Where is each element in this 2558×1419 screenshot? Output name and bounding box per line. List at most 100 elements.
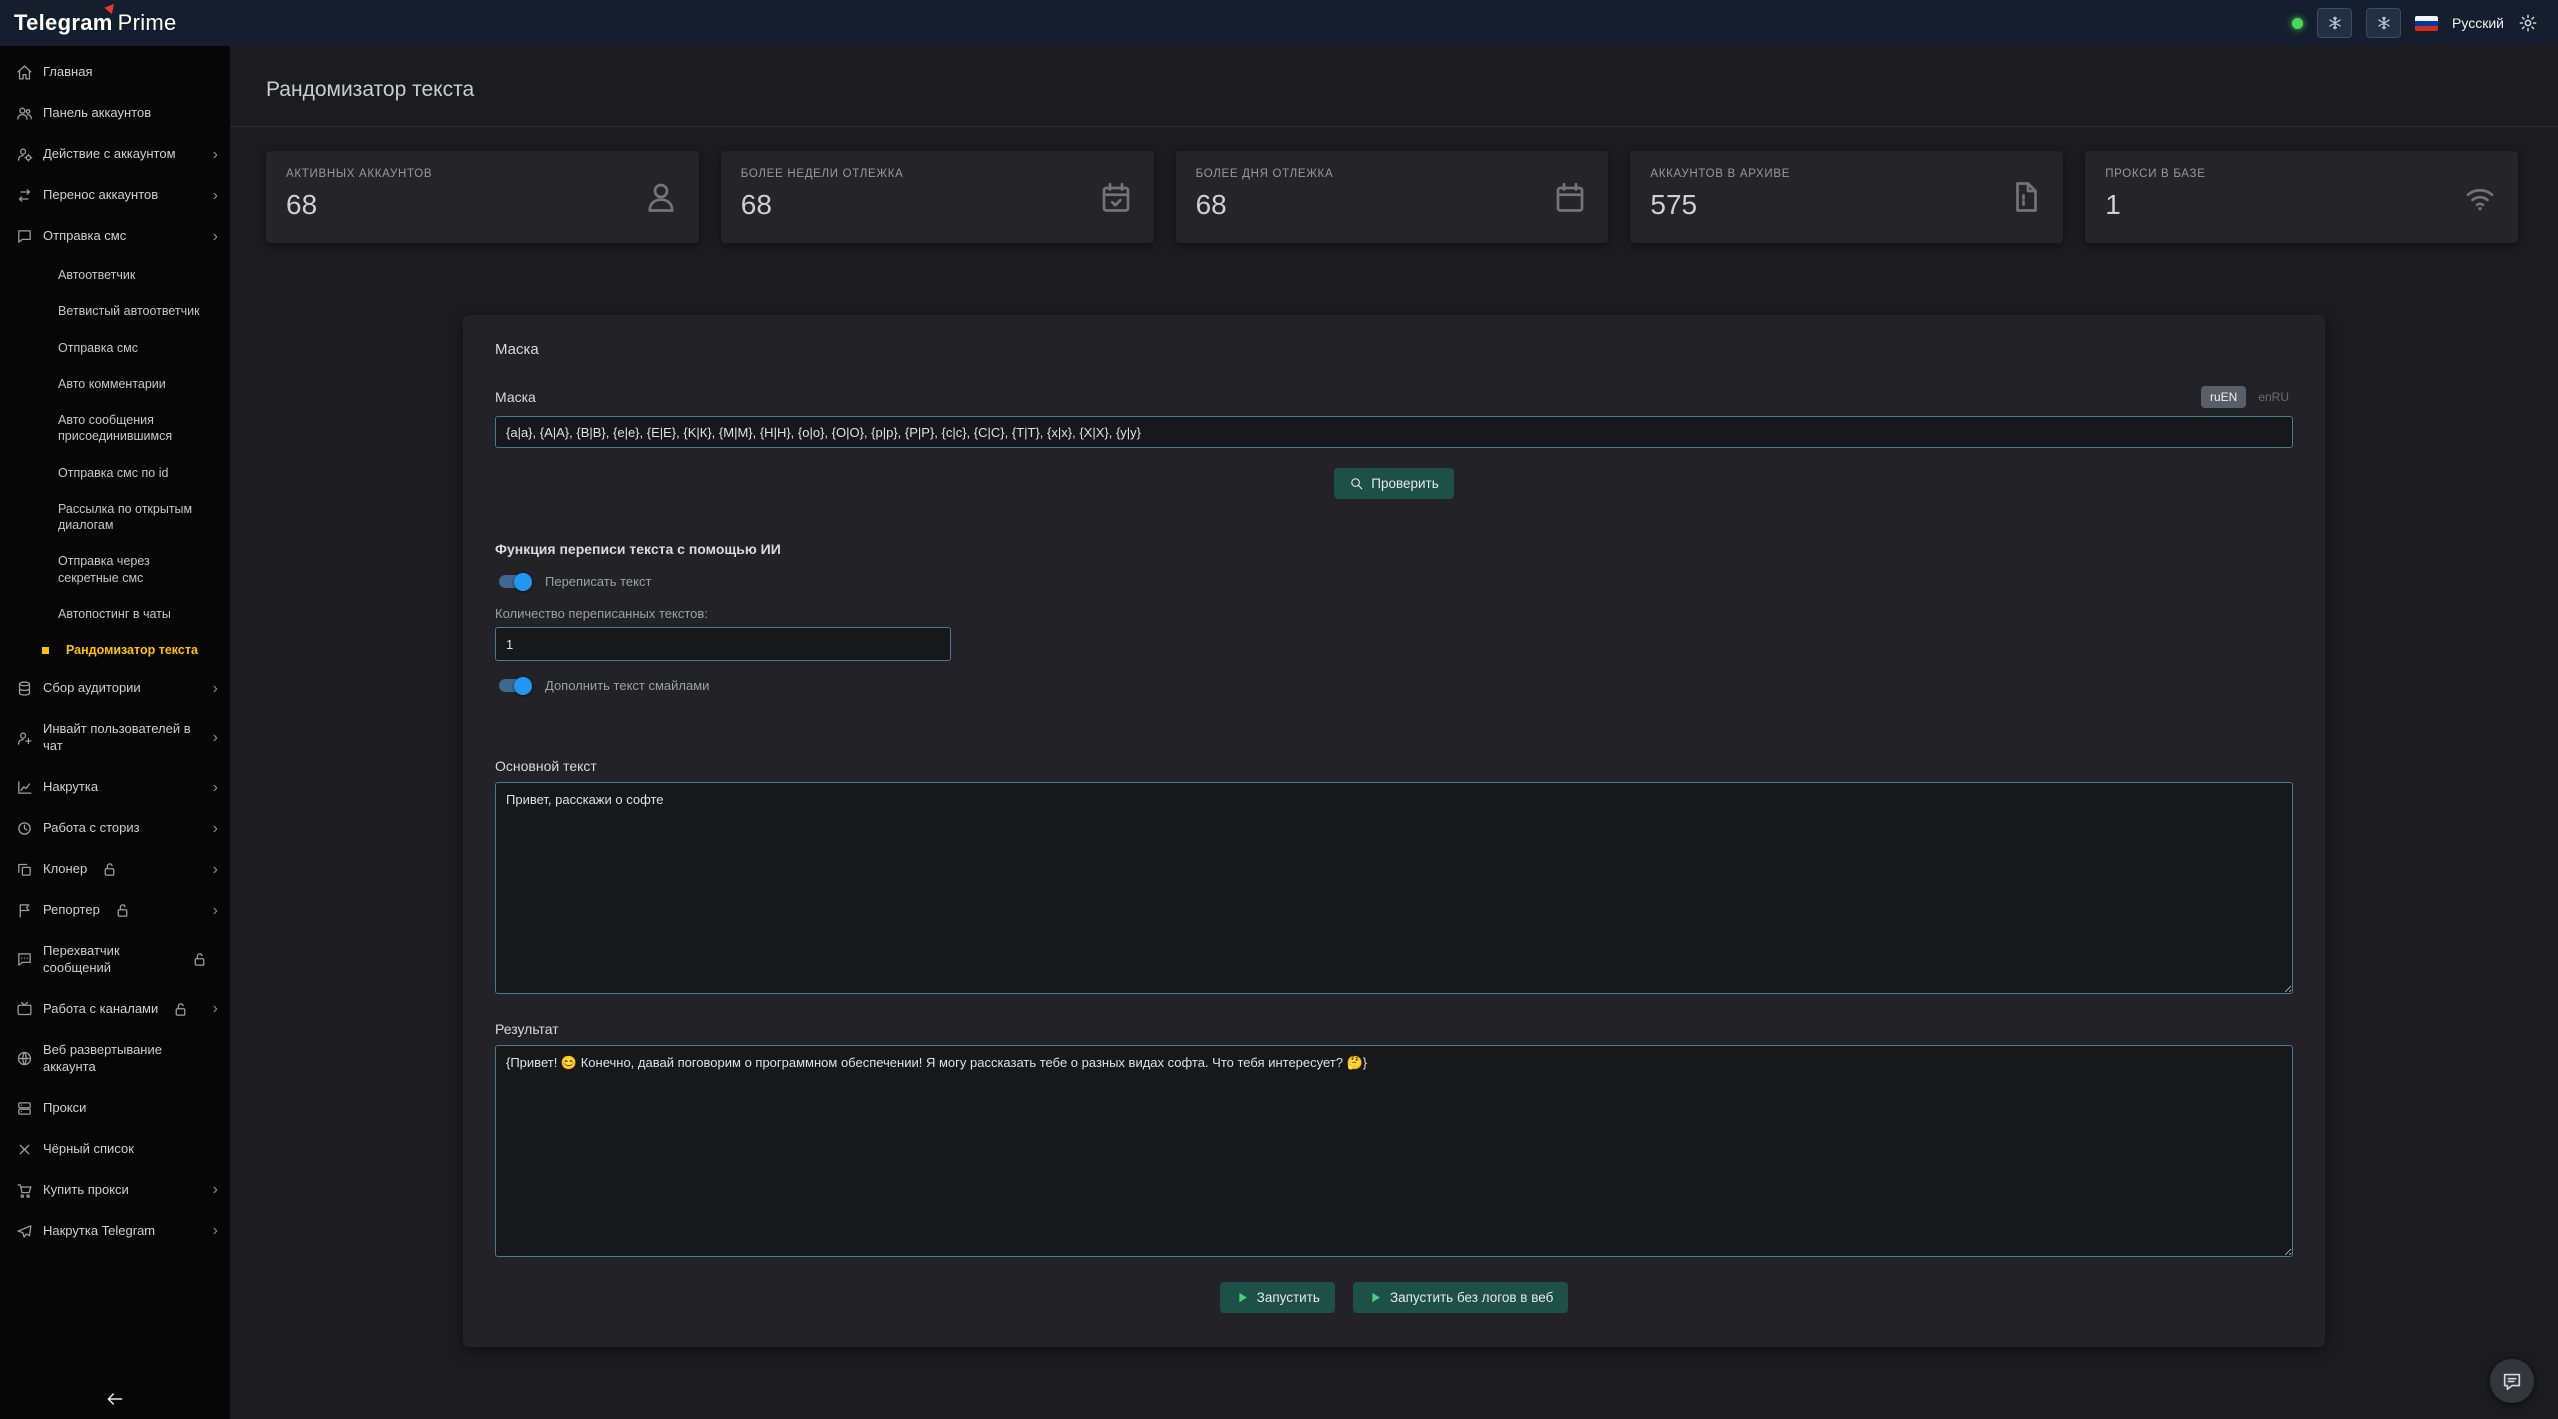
stat-value: 68 <box>286 189 679 221</box>
sidebar-item-label: Накрутка <box>43 779 98 796</box>
chevron-right-icon: › <box>213 862 218 878</box>
home-icon <box>16 64 33 81</box>
search-icon <box>1349 476 1364 491</box>
sidebar-item-proxy[interactable]: Прокси › <box>0 1088 230 1129</box>
mask-lang-ruen-button[interactable]: ruEN <box>2201 386 2246 408</box>
sidebar-item-home[interactable]: Главная › <box>0 52 230 93</box>
header-right-cluster: Русский <box>2292 8 2538 38</box>
run-without-web-logs-button[interactable]: Запустить без логов в веб <box>1353 1282 1568 1313</box>
sidebar-subitem-autoposting-chats[interactable]: Автопостинг в чаты › <box>0 596 230 632</box>
sidebar: Главная › Панель аккаунтов › Действие с … <box>0 46 230 1419</box>
sidebar-collapse-button[interactable] <box>0 1379 230 1419</box>
main-text-area[interactable]: Привет, расскажи о софте <box>495 782 2293 994</box>
sidebar-item-boosting[interactable]: Накрутка › <box>0 767 230 808</box>
sidebar-item-buy-proxy[interactable]: Купить прокси › <box>0 1170 230 1211</box>
app-logo: TelegramPrime <box>14 10 177 36</box>
sidebar-subitem-open-dialogs-broadcast[interactable]: Рассылка по открытым диалогам › <box>0 491 230 544</box>
chevron-right-icon: › <box>213 780 218 796</box>
sidebar-item-account-transfer[interactable]: Перенос аккаунтов › <box>0 175 230 216</box>
sidebar-item-label: Клонер <box>43 861 87 878</box>
chevron-right-icon: › <box>213 730 218 746</box>
sidebar-item-reporter[interactable]: Репортер › <box>0 890 230 931</box>
sidebar-subitem-sms-send[interactable]: Отправка смс › <box>0 330 230 366</box>
result-text-area[interactable]: {Привет! 😊 Конечно, давай поговорим о пр… <box>495 1045 2293 1257</box>
stat-proxies: ПРОКСИ В БАЗЕ 1 <box>2085 151 2518 243</box>
header-icon-button-2[interactable] <box>2366 8 2401 38</box>
mask-lang-enru-button[interactable]: enRU <box>2254 386 2293 408</box>
sidebar-subitem-secret-sms[interactable]: Отправка через секретные смс › <box>0 543 230 596</box>
chevron-right-icon: › <box>213 1223 218 1239</box>
calendar-icon <box>1552 179 1588 215</box>
mask-label: Маска <box>495 389 536 405</box>
sidebar-item-accounts-panel[interactable]: Панель аккаунтов › <box>0 93 230 134</box>
clone-icon <box>16 861 33 878</box>
logo-text-primary: Telegram <box>14 10 113 35</box>
stat-rest-day: БОЛЕЕ ДНЯ ОТЛЕЖКА 68 <box>1176 151 1609 243</box>
run-without-web-logs-label: Запустить без логов в веб <box>1390 1290 1553 1305</box>
sidebar-item-telegram-boost[interactable]: Накрутка Telegram › <box>0 1211 230 1252</box>
sidebar-item-message-interceptor[interactable]: Перехватчик сообщений › <box>0 931 230 989</box>
sidebar-item-label: Отправка смс по id <box>58 465 168 481</box>
ai-rewrite-section-title: Функция переписи текста с помощью ИИ <box>495 541 2293 557</box>
sms-icon <box>16 228 33 245</box>
sidebar-item-label: Авто комментарии <box>58 376 166 392</box>
archive-file-icon <box>2007 179 2043 215</box>
run-button[interactable]: Запустить <box>1220 1282 1335 1313</box>
randomizer-panel: Маска Маска ruEN enRU Проверить Функция … <box>463 315 2325 1347</box>
check-button-label: Проверить <box>1371 476 1439 491</box>
header-icon-button-1[interactable] <box>2317 8 2352 38</box>
language-selector[interactable]: Русский <box>2452 15 2504 31</box>
sidebar-item-label: Инвайт пользователей в чат <box>43 721 193 755</box>
sidebar-subitem-branched-autoresponder[interactable]: Ветвистый автоответчик › <box>0 293 230 329</box>
sidebar-item-blacklist[interactable]: Чёрный список › <box>0 1129 230 1170</box>
chevron-right-icon: › <box>213 229 218 245</box>
rewrite-text-toggle[interactable] <box>499 575 529 588</box>
sidebar-item-label: Работа с сториз <box>43 820 140 837</box>
sidebar-item-cloner[interactable]: Клонер › <box>0 849 230 890</box>
sidebar-item-account-actions[interactable]: Действие с аккаунтом › <box>0 134 230 175</box>
stat-label: АКТИВНЫХ АККАУНТОВ <box>286 168 679 180</box>
chevron-right-icon: › <box>213 681 218 697</box>
page-title: Рандомизатор текста <box>230 46 2558 127</box>
users-icon <box>16 105 33 122</box>
sidebar-item-sms-sending[interactable]: Отправка смс › <box>0 216 230 257</box>
logo-text-secondary: Prime <box>118 10 177 35</box>
rewrite-text-toggle-label: Переписать текст <box>545 574 651 589</box>
rewrite-count-input[interactable] <box>495 627 951 661</box>
sidebar-menu: Главная › Панель аккаунтов › Действие с … <box>0 46 230 1379</box>
sidebar-item-web-deploy[interactable]: Веб развертывание аккаунта › <box>0 1030 230 1088</box>
sidebar-item-label: Купить прокси <box>43 1182 129 1199</box>
mask-language-toggle: ruEN enRU <box>2201 386 2293 408</box>
sidebar-item-label: Рассылка по открытым диалогам <box>58 501 208 534</box>
sidebar-item-audience-collection[interactable]: Сбор аудитории › <box>0 668 230 709</box>
play-icon <box>1235 1290 1250 1305</box>
check-button[interactable]: Проверить <box>1334 468 1454 499</box>
add-emoji-toggle[interactable] <box>499 679 529 692</box>
gear-icon[interactable] <box>2518 13 2538 33</box>
report-icon <box>16 902 33 919</box>
support-chat-button[interactable] <box>2490 1359 2534 1403</box>
sidebar-item-stories[interactable]: Работа с сториз › <box>0 808 230 849</box>
sidebar-item-label: Перехватчик сообщений <box>43 943 177 977</box>
sidebar-item-label: Отправка смс <box>43 228 126 245</box>
mask-input[interactable] <box>495 416 2293 448</box>
snowflake-icon <box>2327 15 2343 31</box>
sidebar-subitem-text-randomizer[interactable]: Рандомизатор текста › <box>0 632 230 668</box>
sidebar-item-label: Отправка смс <box>58 340 138 356</box>
sidebar-item-label: Панель аккаунтов <box>43 105 151 122</box>
sidebar-item-invite-users[interactable]: Инвайт пользователей в чат › <box>0 709 230 767</box>
sidebar-subitem-sms-by-id[interactable]: Отправка смс по id › <box>0 455 230 491</box>
sidebar-subitem-autoresponder[interactable]: Автоответчик › <box>0 257 230 293</box>
sidebar-item-channels[interactable]: Работа с каналами › <box>0 989 230 1030</box>
add-emoji-toggle-label: Дополнить текст смайлами <box>545 678 709 693</box>
sidebar-item-label: Автопостинг в чаты <box>58 606 171 622</box>
stat-label: АККАУНТОВ В АРХИВЕ <box>1650 168 2043 180</box>
status-indicator-dot <box>2292 18 2303 29</box>
invite-icon <box>16 730 33 747</box>
lock-open-icon <box>101 861 118 878</box>
sidebar-subitem-auto-messages-joined[interactable]: Авто сообщения присоединившимся › <box>0 402 230 455</box>
sidebar-subitem-auto-comments[interactable]: Авто комментарии › <box>0 366 230 402</box>
user-gear-icon <box>16 146 33 163</box>
mask-section-title: Маска <box>495 341 2293 358</box>
lock-open-icon <box>114 902 131 919</box>
